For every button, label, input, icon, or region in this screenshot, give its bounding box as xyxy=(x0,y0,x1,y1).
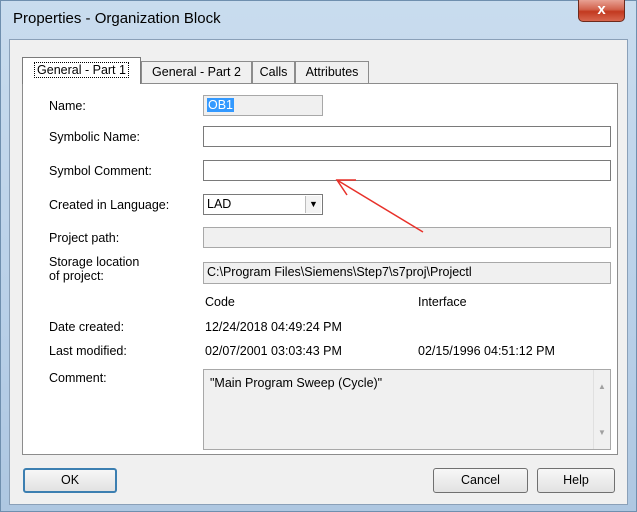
name-field[interactable]: OB1 xyxy=(203,95,323,116)
storage-location-label: Storage location of project: xyxy=(49,255,139,283)
date-created-label: Date created: xyxy=(49,320,125,334)
created-language-select[interactable]: LAD ▼ xyxy=(203,194,323,215)
title-bar[interactable]: Properties - Organization Block x xyxy=(1,0,636,39)
tab-attributes[interactable]: Attributes xyxy=(295,61,369,83)
window-title: Properties - Organization Block xyxy=(13,10,221,27)
symbolic-name-input[interactable] xyxy=(203,126,611,147)
last-modified-interface: 02/15/1996 04:51:12 PM xyxy=(418,344,555,358)
close-button[interactable]: x xyxy=(578,0,625,22)
dialog-client-area: General - Part 1 General - Part 2 Calls … xyxy=(9,39,628,505)
tab-general-part-2[interactable]: General - Part 2 xyxy=(141,61,252,83)
storage-label-line1: Storage location xyxy=(49,255,140,269)
last-modified-label: Last modified: xyxy=(49,344,127,358)
tab-label: General - Part 1 xyxy=(34,62,129,78)
comment-textarea[interactable]: "Main Program Sweep (Cycle)" ▲ ▼ xyxy=(203,369,611,450)
storage-label-line2: of project: xyxy=(49,269,104,283)
symbolic-name-label: Symbolic Name: xyxy=(49,130,140,144)
name-label: Name: xyxy=(49,99,86,113)
symbol-comment-label: Symbol Comment: xyxy=(49,164,152,178)
created-language-label: Created in Language: xyxy=(49,198,170,212)
storage-location-field: C:\Program Files\Siemens\Step7\s7proj\Pr… xyxy=(203,262,611,284)
interface-column-header: Interface xyxy=(418,295,467,309)
ok-button[interactable]: OK xyxy=(23,468,117,493)
date-created-code: 12/24/2018 04:49:24 PM xyxy=(205,320,342,334)
properties-dialog: Properties - Organization Block x Genera… xyxy=(0,0,637,512)
tab-calls[interactable]: Calls xyxy=(252,61,295,83)
close-icon: x xyxy=(597,1,606,18)
tab-panel-general-part-1: Name: OB1 Symbolic Name: Symbol Comment:… xyxy=(22,83,618,455)
comment-label: Comment: xyxy=(49,371,107,385)
project-path-label: Project path: xyxy=(49,231,120,245)
last-modified-code: 02/07/2001 03:03:43 PM xyxy=(205,344,342,358)
code-column-header: Code xyxy=(205,295,235,309)
created-language-value: LAD xyxy=(207,197,232,211)
tab-label: Calls xyxy=(259,65,288,79)
scroll-down-arrow-icon[interactable]: ▼ xyxy=(594,424,610,441)
help-button[interactable]: Help xyxy=(537,468,615,493)
tab-label: General - Part 2 xyxy=(152,65,241,79)
symbol-comment-input[interactable] xyxy=(203,160,611,181)
cancel-button[interactable]: Cancel xyxy=(433,468,528,493)
name-value: OB1 xyxy=(207,98,235,112)
scroll-up-arrow-icon[interactable]: ▲ xyxy=(594,378,610,395)
project-path-field xyxy=(203,227,611,248)
comment-value: "Main Program Sweep (Cycle)" xyxy=(210,376,383,390)
chevron-down-icon[interactable]: ▼ xyxy=(305,196,321,213)
comment-scrollbar[interactable]: ▲ ▼ xyxy=(593,370,610,449)
tab-label: Attributes xyxy=(305,65,359,79)
tab-general-part-1[interactable]: General - Part 1 xyxy=(22,57,141,84)
